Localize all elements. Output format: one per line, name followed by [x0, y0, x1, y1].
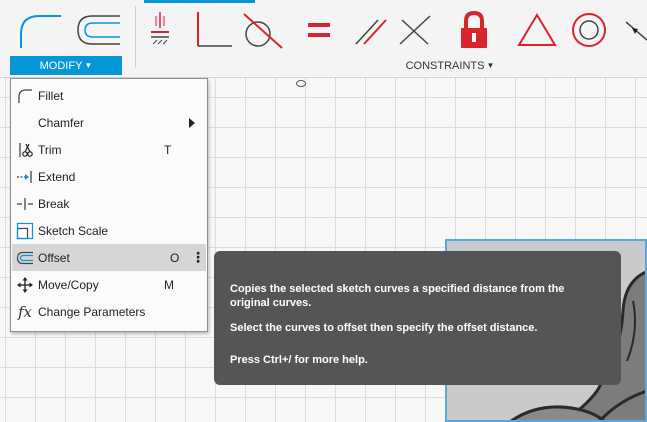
coincident-icon	[151, 12, 169, 45]
parallel-icon	[355, 19, 387, 45]
tangent-icon	[243, 13, 283, 49]
menu-item-offset[interactable]: Offset O ⋮	[12, 244, 206, 271]
constraints-dropdown-button[interactable]: CONSTRAINTS ▼	[390, 56, 510, 75]
menu-item-label: Break	[38, 196, 70, 211]
collinear-tool-button[interactable]	[394, 8, 434, 52]
sketch-point-circle[interactable]	[296, 80, 306, 87]
move-copy-icon	[12, 271, 38, 298]
chevron-down-icon: ▼	[84, 61, 93, 70]
menu-item-change-parameters[interactable]: fx Change Parameters	[12, 298, 206, 325]
offset-icon	[12, 244, 38, 271]
menu-item-label: Extend	[38, 169, 76, 184]
menu-item-fillet[interactable]: Fillet	[12, 82, 206, 109]
tooltip-help: Press Ctrl+/ for more help.	[230, 354, 368, 366]
more-options-icon[interactable]: ⋮	[190, 249, 206, 266]
menu-item-label: Move/Copy	[38, 277, 99, 292]
menu-item-label: Offset	[38, 250, 70, 265]
tangent-tool-button[interactable]	[238, 8, 288, 52]
modify-dropdown-menu: Fillet Chamfer Trim T Extend Break Sketc…	[10, 78, 208, 332]
constraints-label: CONSTRAINTS	[405, 60, 485, 72]
parallel-tool-button[interactable]	[350, 8, 390, 52]
chevron-down-icon: ▼	[486, 61, 495, 70]
coincident-tool-button[interactable]	[145, 8, 175, 52]
toolbar: MODIFY ▼ CONSTRAINTS ▼	[0, 0, 647, 78]
perpendicular-icon	[197, 12, 232, 47]
equal-tool-button[interactable]	[302, 8, 336, 52]
menu-item-label: Trim	[38, 142, 62, 157]
symmetry-tool-button[interactable]	[514, 8, 560, 52]
triangle-icon	[517, 13, 557, 46]
equal-icon	[308, 23, 330, 37]
concentric-icon	[572, 13, 606, 47]
offset-tooltip: Copies the selected sketch curves a spec…	[214, 251, 621, 385]
tooltip-instruction: Select the curves to offset then specify…	[230, 322, 538, 334]
trim-icon	[12, 136, 38, 163]
fillet-icon	[20, 15, 61, 48]
tooltip-description: Copies the selected sketch curves a spec…	[230, 283, 565, 309]
shortcut-key: O	[170, 250, 180, 265]
fix-lock-icon	[461, 10, 487, 48]
menu-item-break[interactable]: Break	[12, 190, 206, 217]
menu-item-label: Change Parameters	[38, 304, 146, 319]
break-icon	[12, 190, 38, 217]
toolbar-divider	[135, 6, 136, 68]
concentric-tool-button[interactable]	[566, 8, 612, 52]
shortcut-key: M	[164, 277, 174, 292]
fillet-icon	[12, 82, 38, 109]
sketch-scale-icon	[12, 217, 38, 244]
modify-dropdown-button[interactable]: MODIFY ▼	[10, 56, 122, 75]
midpoint-tool-button[interactable]	[618, 8, 647, 52]
fix-tool-button[interactable]	[452, 8, 496, 52]
menu-item-chamfer[interactable]: Chamfer	[12, 109, 206, 136]
active-tab-indicator	[144, 0, 255, 3]
collinear-icon	[399, 15, 431, 45]
submenu-arrow-icon	[189, 117, 195, 128]
menu-item-extend[interactable]: Extend	[12, 163, 206, 190]
fx-icon: fx	[17, 302, 32, 321]
offset-icon	[77, 15, 120, 45]
shortcut-key: T	[164, 142, 172, 157]
midpoint-icon	[625, 21, 647, 41]
menu-item-sketch-scale[interactable]: Sketch Scale	[12, 217, 206, 244]
menu-item-trim[interactable]: Trim T	[12, 136, 206, 163]
menu-item-label: Chamfer	[38, 115, 85, 130]
offset-tool-button[interactable]	[70, 8, 126, 52]
menu-item-label: Sketch Scale	[38, 223, 109, 238]
menu-item-label: Fillet	[38, 88, 64, 103]
perpendicular-tool-button[interactable]	[190, 8, 234, 52]
extend-icon	[12, 163, 38, 190]
modify-label: MODIFY	[39, 60, 83, 72]
menu-item-move-copy[interactable]: Move/Copy M	[12, 271, 206, 298]
fillet-tool-button[interactable]	[14, 8, 66, 52]
